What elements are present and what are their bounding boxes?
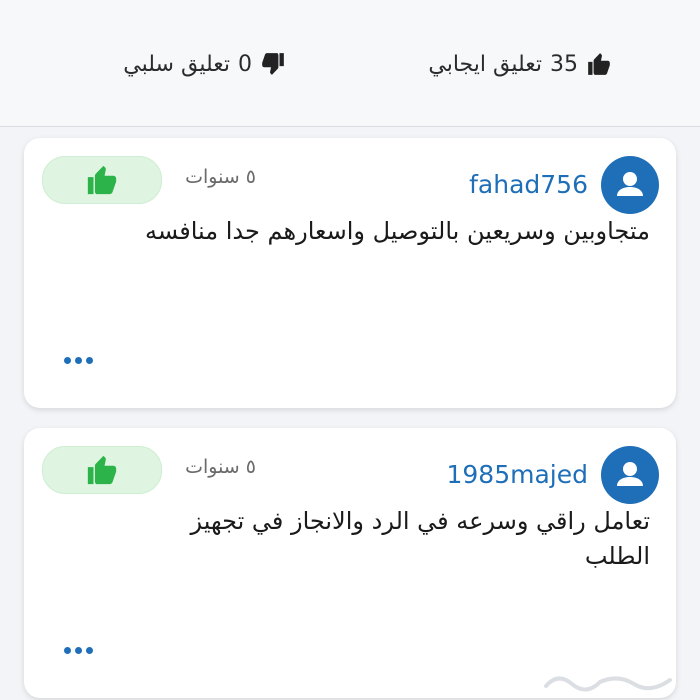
thumbs-up-icon: [87, 455, 117, 485]
positive-ratings[interactable]: 35 تعليق ايجابي: [428, 48, 612, 80]
dot-icon: [64, 357, 71, 364]
more-options-button[interactable]: [64, 357, 93, 364]
positive-label: تعليق ايجابي: [428, 51, 542, 77]
positive-rating-badge[interactable]: [42, 446, 162, 494]
dot-icon: [75, 357, 82, 364]
review-text: تعامل راقي وسرعه في الرد والانجاز في تجه…: [190, 507, 650, 570]
negative-ratings[interactable]: 0 تعليق سلبي: [123, 48, 286, 80]
review-time: ٥ سنوات: [185, 456, 256, 478]
negative-count: 0: [238, 51, 252, 77]
dot-icon: [75, 647, 82, 654]
dot-icon: [64, 647, 71, 654]
dot-icon: [86, 357, 93, 364]
avatar[interactable]: [601, 156, 659, 214]
watermark-logo: [544, 676, 672, 692]
review-time: ٥ سنوات: [185, 166, 256, 188]
ratings-summary: 35 تعليق ايجابي 0 تعليق سلبي: [0, 0, 700, 127]
reviews-page: 35 تعليق ايجابي 0 تعليق سلبي fahad756 ٥ …: [0, 0, 700, 700]
avatar[interactable]: [601, 446, 659, 504]
positive-count: 35: [550, 51, 578, 77]
review-text: متجاوبين وسريعين بالتوصيل واسعارهم جدا م…: [144, 217, 650, 245]
review-username[interactable]: 1985majed: [447, 460, 589, 489]
negative-label: تعليق سلبي: [123, 51, 230, 77]
user-icon: [617, 462, 643, 486]
thumbs-down-icon: [260, 51, 286, 77]
positive-rating-badge[interactable]: [42, 156, 162, 204]
review-username[interactable]: fahad756: [469, 170, 588, 199]
dot-icon: [86, 647, 93, 654]
user-icon: [617, 172, 643, 196]
more-options-button[interactable]: [64, 647, 93, 654]
thumbs-up-icon: [87, 165, 117, 195]
review-card: fahad756 ٥ سنوات متجاوبين وسريعين بالتوص…: [24, 138, 676, 408]
thumbs-up-icon: [586, 51, 612, 77]
review-card: 1985majed ٥ سنوات تعامل راقي وسرعه في ال…: [24, 428, 676, 698]
